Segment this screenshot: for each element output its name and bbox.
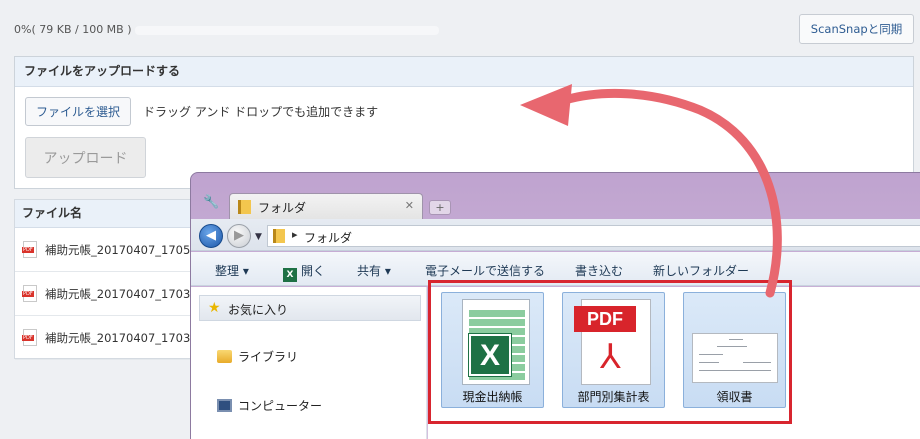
explorer-tab[interactable]: フォルダ ✕ xyxy=(229,193,423,219)
file-tile-excel[interactable]: X 現金出納帳 xyxy=(441,292,544,408)
file-tile-receipt[interactable]: 領収書 xyxy=(683,292,786,408)
drag-drop-hint: ドラッグ アンド ドロップでも追加できます xyxy=(143,105,379,119)
computer-icon xyxy=(217,399,232,412)
star-icon: ★ xyxy=(208,300,221,316)
upload-button[interactable]: アップロード xyxy=(25,137,146,178)
nav-favorites[interactable]: ★ お気に入り xyxy=(199,295,421,321)
file-row[interactable]: 補助元帳_20170407_1703 xyxy=(15,272,213,316)
pdf-file-icon xyxy=(22,329,37,346)
nav-computer[interactable]: コンピューター xyxy=(217,397,322,414)
scansnap-sync-button[interactable]: ScanSnapと同期 xyxy=(799,14,914,44)
file-name[interactable]: 補助元帳_20170407_1703 xyxy=(45,330,190,346)
close-tab-icon[interactable]: ✕ xyxy=(405,199,414,212)
pdf-file-icon xyxy=(22,241,37,258)
burn-button[interactable]: 書き込む xyxy=(575,262,623,279)
file-name-header: ファイル名 xyxy=(15,200,213,228)
file-tile-label: 部門別集計表 xyxy=(577,390,650,404)
tab-label: フォルダ xyxy=(258,201,307,215)
receipt-icon xyxy=(692,333,778,383)
address-bar[interactable]: ▸ フォルダ xyxy=(267,225,920,247)
upload-panel: ファイルをアップロードする ファイルを選択 ドラッグ アンド ドロップでも追加で… xyxy=(14,56,914,189)
file-tile-pdf[interactable]: PDF ⅄ 部門別集計表 xyxy=(562,292,665,408)
file-row[interactable]: 補助元帳_20170407_1705 xyxy=(15,228,213,272)
new-tab-button[interactable]: + xyxy=(429,200,451,215)
file-list: ファイル名 補助元帳_20170407_1705 補助元帳_20170407_1… xyxy=(14,199,214,360)
breadcrumb-chevron-icon[interactable]: ▸ xyxy=(292,228,298,241)
navigation-pane: ★ お気に入り ライブラリ コンピューター xyxy=(191,287,427,439)
wrench-icon[interactable]: 🔧 xyxy=(203,195,219,210)
excel-small-icon: X xyxy=(283,268,297,282)
folder-icon xyxy=(238,200,251,214)
nav-favorites-label: お気に入り xyxy=(228,303,289,317)
forward-arrow-icon[interactable]: ▶ xyxy=(227,224,251,248)
file-name[interactable]: 補助元帳_20170407_1705 xyxy=(45,242,190,258)
file-name[interactable]: 補助元帳_20170407_1703 xyxy=(45,286,190,302)
share-menu[interactable]: 共有 ▾ xyxy=(357,262,391,279)
folder-icon xyxy=(273,229,285,243)
file-row[interactable]: 補助元帳_20170407_1703 xyxy=(15,316,213,360)
breadcrumb-folder[interactable]: フォルダ xyxy=(304,229,352,246)
upload-panel-title: ファイルをアップロードする xyxy=(15,57,913,87)
address-row: ◀ ▶ ▼ ▸ フォルダ xyxy=(191,219,920,251)
file-tile-label: 領収書 xyxy=(716,390,753,404)
excel-icon: X xyxy=(462,299,530,385)
file-tile-label: 現金出納帳 xyxy=(462,390,523,404)
new-folder-button[interactable]: 新しいフォルダー xyxy=(653,262,749,279)
library-icon xyxy=(217,350,232,363)
pdf-icon: PDF ⅄ xyxy=(574,299,651,385)
history-dropdown-icon[interactable]: ▼ xyxy=(255,232,262,242)
nav-library[interactable]: ライブラリ xyxy=(217,348,298,365)
open-button[interactable]: X 開く xyxy=(283,262,325,282)
back-arrow-icon[interactable]: ◀ xyxy=(199,224,223,248)
email-button[interactable]: 電子メールで送信する xyxy=(425,262,545,279)
organize-menu[interactable]: 整理 ▾ xyxy=(215,262,249,279)
storage-usage-text: 0%( 79 KB / 100 MB ) xyxy=(14,23,132,36)
pdf-file-icon xyxy=(22,285,37,302)
choose-file-button[interactable]: ファイルを選択 xyxy=(25,97,131,126)
storage-progress-bar xyxy=(135,26,439,35)
